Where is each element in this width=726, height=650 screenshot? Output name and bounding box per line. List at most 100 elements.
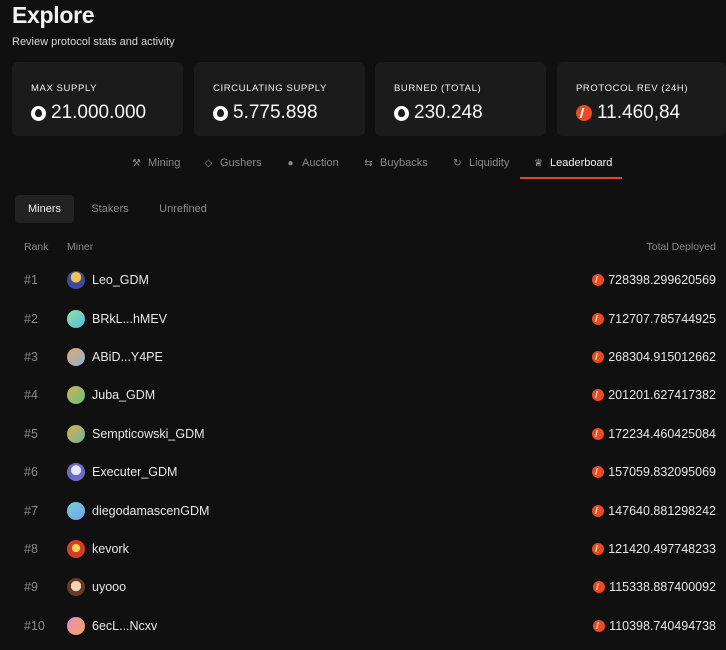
miner-name[interactable]: Juba_GDM: [92, 388, 155, 402]
avatar: [67, 310, 85, 328]
stat-card-burned-total: BURNED (TOTAL) 230.248: [375, 62, 546, 136]
stats-cards: MAX SUPPLY 21.000.000 CIRCULATING SUPPLY…: [12, 62, 726, 136]
table-row[interactable]: #5 Sempticowski_GDM 172234.460425084: [0, 415, 726, 453]
avatar: [67, 463, 85, 481]
table-row[interactable]: #2 BRkL...hMEV 712707.785744925: [0, 300, 726, 338]
stat-label: MAX SUPPLY: [31, 83, 98, 94]
sol-icon: [592, 466, 605, 478]
stat-value-text: 230.248: [414, 102, 483, 123]
avatar: [67, 271, 85, 289]
sol-icon: [576, 105, 592, 121]
table-row[interactable]: #7 diegodamascenGDM 147640.881298242: [0, 492, 726, 530]
total-deployed-value: 157059.832095069: [608, 465, 716, 479]
total-deployed-value: 110398.740494738: [609, 619, 716, 633]
rank-cell: #4: [24, 388, 38, 402]
column-header-rank: Rank: [24, 241, 49, 253]
column-header-miner: Miner: [67, 241, 94, 253]
sol-icon: [592, 543, 605, 555]
table-row[interactable]: #4 Juba_GDM 201201.627417382: [0, 376, 726, 414]
subtab-stakers[interactable]: Stakers: [82, 195, 138, 223]
table-row[interactable]: #9 uyooo 115338.887400092: [0, 568, 726, 606]
rank-cell: #5: [24, 427, 38, 441]
miner-cell: Sempticowski_GDM: [67, 415, 205, 453]
miner-cell: Juba_GDM: [67, 376, 155, 414]
rank-cell: #2: [24, 312, 38, 326]
rank-cell: #6: [24, 465, 38, 479]
tab-mining[interactable]: ⚒ Mining: [131, 148, 180, 178]
miner-name[interactable]: uyooo: [92, 580, 126, 594]
trophy-icon: ♕: [534, 157, 543, 169]
stat-value: 5.775.898: [213, 102, 318, 124]
tab-label: Mining: [148, 157, 181, 169]
total-deployed-cell: 157059.832095069: [592, 453, 716, 491]
table-row[interactable]: #8 kevork 121420.497748233: [0, 530, 726, 568]
miner-name[interactable]: Executer_GDM: [92, 465, 177, 479]
rank-cell: #3: [24, 350, 38, 364]
total-deployed-cell: 172234.460425084: [592, 415, 716, 453]
ore-icon: [31, 105, 46, 121]
sol-icon: [593, 581, 606, 593]
page-subtitle: Review protocol stats and activity: [12, 36, 175, 48]
tab-buybacks[interactable]: ⇆ Buybacks: [363, 148, 427, 178]
subtab-unrefined[interactable]: Unrefined: [149, 195, 217, 223]
tab-leaderboard[interactable]: ♕ Leaderboard: [533, 148, 612, 178]
avatar: [67, 540, 85, 558]
total-deployed-cell: 115338.887400092: [593, 568, 716, 606]
total-deployed-cell: 728398.299620569: [592, 261, 716, 299]
total-deployed-cell: 712707.785744925: [592, 300, 716, 338]
miner-name[interactable]: Sempticowski_GDM: [92, 427, 205, 441]
total-deployed-value: 121420.497748233: [608, 542, 716, 556]
avatar: [67, 617, 85, 635]
sol-icon: [593, 620, 606, 632]
tab-label: Liquidity: [469, 157, 510, 169]
table-row[interactable]: #3 ABiD...Y4PE 268304.915012662: [0, 338, 726, 376]
total-deployed-value: 268304.915012662: [608, 350, 716, 364]
tab-label: Auction: [302, 157, 339, 169]
miner-cell: 6ecL...Ncxv: [67, 607, 157, 645]
sol-icon: [592, 389, 605, 401]
total-deployed-value: 147640.881298242: [608, 504, 716, 518]
tab-gushers[interactable]: ◇ Gushers: [203, 148, 262, 178]
pickaxe-icon: ⚒: [132, 157, 141, 169]
miner-cell: kevork: [67, 530, 129, 568]
miner-cell: Executer_GDM: [67, 453, 177, 491]
rank-cell: #9: [24, 580, 38, 594]
ore-icon: [394, 105, 409, 121]
miner-name[interactable]: 6ecL...Ncxv: [92, 619, 157, 633]
user-icon: ●: [287, 157, 294, 169]
stat-value-text: 11.460,84: [597, 102, 681, 123]
miner-cell: BRkL...hMEV: [67, 300, 167, 338]
rank-cell: #10: [24, 619, 45, 633]
stat-label: CIRCULATING SUPPLY: [213, 83, 327, 94]
avatar: [67, 425, 85, 443]
total-deployed-cell: 110398.740494738: [593, 607, 716, 645]
table-row[interactable]: #6 Executer_GDM 157059.832095069: [0, 453, 726, 491]
total-deployed-cell: 201201.627417382: [592, 376, 716, 414]
tab-liquidity[interactable]: ↻ Liquidity: [452, 148, 509, 178]
avatar: [67, 348, 85, 366]
stat-card-protocol-rev: PROTOCOL REV (24H) 11.460,84: [557, 62, 726, 136]
miner-name[interactable]: ABiD...Y4PE: [92, 350, 163, 364]
total-deployed-value: 728398.299620569: [608, 273, 716, 287]
stat-value-text: 21.000.000: [51, 102, 147, 123]
subtab-miners[interactable]: Miners: [15, 195, 74, 223]
avatar: [67, 502, 85, 520]
table-row[interactable]: #1 Leo_GDM 728398.299620569: [0, 261, 726, 299]
tab-label: Leaderboard: [550, 157, 613, 169]
miner-name[interactable]: BRkL...hMEV: [92, 312, 167, 326]
miner-cell: uyooo: [67, 568, 126, 606]
miner-name[interactable]: kevork: [92, 542, 129, 556]
total-deployed-value: 201201.627417382: [608, 388, 716, 402]
sol-icon: [592, 351, 605, 363]
tab-auction[interactable]: ● Auction: [285, 148, 339, 178]
column-header-total-deployed: Total Deployed: [646, 241, 716, 253]
total-deployed-cell: 121420.497748233: [592, 530, 716, 568]
total-deployed-cell: 147640.881298242: [592, 492, 716, 530]
miner-cell: ABiD...Y4PE: [67, 338, 163, 376]
avatar: [67, 578, 85, 596]
page-title: Explore: [12, 2, 95, 28]
table-row[interactable]: #10 6ecL...Ncxv 110398.740494738: [0, 607, 726, 645]
stat-card-circulating-supply: CIRCULATING SUPPLY 5.775.898: [194, 62, 365, 136]
miner-name[interactable]: diegodamascenGDM: [92, 504, 209, 518]
miner-name[interactable]: Leo_GDM: [92, 273, 149, 287]
